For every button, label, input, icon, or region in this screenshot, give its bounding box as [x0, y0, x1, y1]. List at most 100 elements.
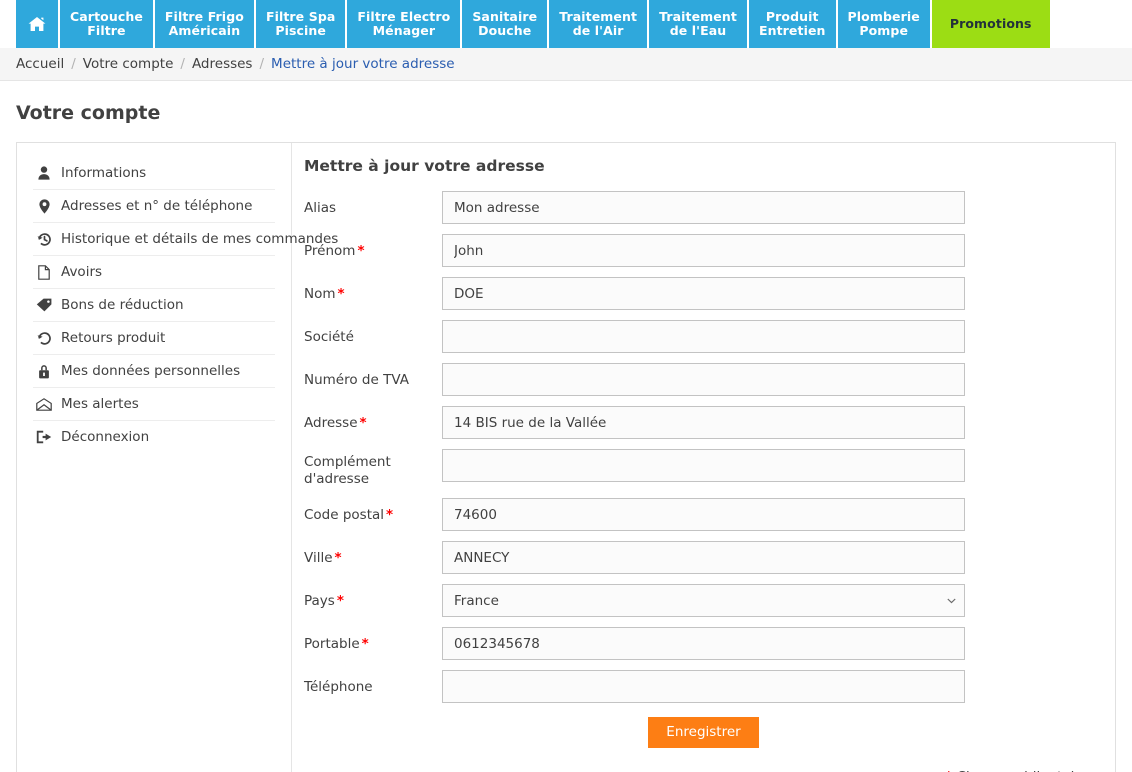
sidebar-item-avoirs[interactable]: Avoirs: [33, 256, 275, 289]
field-label: Ville*: [304, 541, 442, 567]
nav-item-label: Sanitaire Douche: [472, 10, 537, 38]
account-panel: Informations Adresses et n° de téléphone…: [16, 142, 1116, 772]
breadcrumb-link-1[interactable]: Votre compte: [83, 56, 174, 72]
nav-item-1[interactable]: Filtre Frigo Américain: [155, 0, 256, 48]
field-control: [442, 234, 965, 267]
pays-select[interactable]: [442, 584, 965, 617]
home-icon: [28, 2, 46, 46]
field-label: Pays*: [304, 584, 442, 610]
field-label: Société: [304, 320, 442, 346]
required-marker: *: [362, 636, 369, 652]
nav-item-3[interactable]: Filtre Electro Ménager: [347, 0, 462, 48]
logout-icon: [36, 429, 52, 445]
field-pays: Pays*: [304, 584, 1099, 617]
submit-row: Enregistrer: [442, 717, 1099, 748]
alias-input[interactable]: [442, 191, 965, 224]
portable-input[interactable]: [442, 627, 965, 660]
sidebar-item-adresses[interactable]: Adresses et n° de téléphone: [33, 190, 275, 223]
code-postal-input[interactable]: [442, 498, 965, 531]
label-text: Société: [304, 329, 354, 345]
sidebar-item-label: Adresses et n° de téléphone: [61, 198, 252, 214]
breadcrumb-separator: /: [259, 56, 264, 72]
sidebar-item-label: Mes alertes: [61, 396, 139, 412]
sidebar-item-label: Mes données personnelles: [61, 363, 240, 379]
history-icon: [36, 231, 52, 247]
nav-item-label: Filtre Spa Piscine: [266, 10, 335, 38]
prenom-input[interactable]: [442, 234, 965, 267]
required-marker: *: [360, 415, 367, 431]
field-control: [442, 320, 965, 353]
nav-item-0[interactable]: Cartouche Filtre: [60, 0, 155, 48]
save-button[interactable]: Enregistrer: [648, 717, 758, 748]
label-text: Numéro de TVA: [304, 372, 409, 388]
field-control: [442, 406, 965, 439]
field-control: [442, 191, 965, 224]
breadcrumb: Accueil / Votre compte / Adresses / Mett…: [0, 48, 1132, 81]
breadcrumb-link-2[interactable]: Adresses: [192, 56, 253, 72]
field-adresse: Adresse*: [304, 406, 1099, 439]
societe-input[interactable]: [442, 320, 965, 353]
field-numero-tva: Numéro de TVA: [304, 363, 1099, 396]
nav-item-6[interactable]: Traitement de l'Eau: [649, 0, 749, 48]
sidebar-item-historique[interactable]: Historique et détails de mes commandes: [33, 223, 275, 256]
field-label: Prénom*: [304, 234, 442, 260]
field-label: Nom*: [304, 277, 442, 303]
label-text: Portable: [304, 636, 360, 652]
nav-item-home[interactable]: [16, 0, 60, 48]
label-text: Téléphone: [304, 679, 373, 695]
breadcrumb-link-0[interactable]: Accueil: [16, 56, 64, 72]
nav-item-label: Cartouche Filtre: [70, 10, 143, 38]
sidebar-item-label: Déconnexion: [61, 429, 149, 445]
sidebar-item-mes-alertes[interactable]: Mes alertes: [33, 388, 275, 421]
required-marker: *: [337, 593, 344, 609]
lock-icon: [36, 363, 52, 379]
numero-tva-input[interactable]: [442, 363, 965, 396]
label-text: Nom: [304, 286, 336, 302]
field-alias: Alias: [304, 191, 1099, 224]
page-title: Votre compte: [0, 81, 1132, 142]
sidebar-item-bons-reduction[interactable]: Bons de réduction: [33, 289, 275, 322]
user-icon: [36, 165, 52, 181]
sidebar-item-informations[interactable]: Informations: [33, 157, 275, 190]
field-label: Portable*: [304, 627, 442, 653]
field-control: [442, 498, 965, 531]
nav-item-7[interactable]: Produit Entretien: [749, 0, 838, 48]
breadcrumb-separator: /: [71, 56, 76, 72]
label-text: Complément d'adresse: [304, 454, 391, 487]
label-text: Alias: [304, 200, 336, 216]
adresse-input[interactable]: [442, 406, 965, 439]
nav-item-8[interactable]: Plomberie Pompe: [838, 0, 932, 48]
field-code-postal: Code postal*: [304, 498, 1099, 531]
document-icon: [36, 264, 52, 280]
sidebar-item-retours-produit[interactable]: Retours produit: [33, 322, 275, 355]
sidebar-item-label: Bons de réduction: [61, 297, 184, 313]
nav-item-label: Produit Entretien: [759, 10, 826, 38]
field-portable: Portable*: [304, 627, 1099, 660]
label-text: Pays: [304, 593, 335, 609]
sidebar-item-donnees-personnelles[interactable]: Mes données personnelles: [33, 355, 275, 388]
complement-adresse-input[interactable]: [442, 449, 965, 482]
nav-item-5[interactable]: Traitement de l'Air: [549, 0, 649, 48]
field-prenom: Prénom*: [304, 234, 1099, 267]
sidebar-item-deconnexion[interactable]: Déconnexion: [33, 421, 275, 453]
required-marker: *: [386, 507, 393, 523]
nav-item-2[interactable]: Filtre Spa Piscine: [256, 0, 347, 48]
field-control: [442, 670, 965, 703]
nom-input[interactable]: [442, 277, 965, 310]
main-navigation: Cartouche Filtre Filtre Frigo Américain …: [0, 0, 1132, 48]
nav-item-label: Promotions: [950, 17, 1032, 31]
label-text: Adresse: [304, 415, 358, 431]
telephone-input[interactable]: [442, 670, 965, 703]
required-marker: *: [338, 286, 345, 302]
field-complement-adresse: Complément d'adresse: [304, 449, 1099, 488]
tag-icon: [36, 297, 52, 313]
nav-item-promotions[interactable]: Promotions: [932, 0, 1050, 48]
nav-item-label: Traitement de l'Eau: [659, 10, 737, 38]
account-sidebar: Informations Adresses et n° de téléphone…: [17, 143, 292, 772]
ville-input[interactable]: [442, 541, 965, 574]
sidebar-item-label: Retours produit: [61, 330, 165, 346]
field-nom: Nom*: [304, 277, 1099, 310]
field-control: [442, 363, 965, 396]
nav-item-4[interactable]: Sanitaire Douche: [462, 0, 549, 48]
field-control: [442, 627, 965, 660]
